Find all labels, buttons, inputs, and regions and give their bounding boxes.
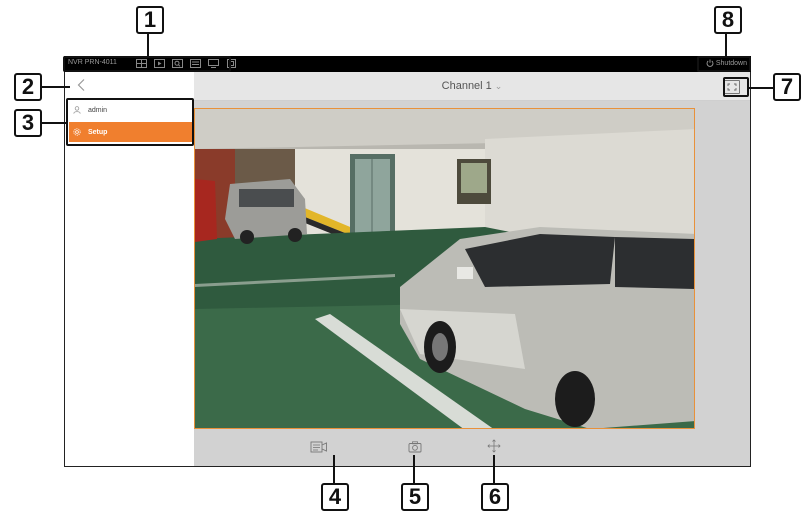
leader-1 [147, 32, 149, 56]
video-feed[interactable] [194, 108, 695, 429]
channel-selector[interactable]: Channel 1 ⌄ [194, 80, 750, 92]
leader-3 [42, 122, 66, 124]
camera-image [195, 109, 694, 428]
leader-7 [749, 87, 773, 89]
main-view: Channel 1 ⌄ [194, 72, 750, 466]
ptz-move-icon[interactable] [487, 439, 501, 453]
highlight-fullscreen [723, 77, 749, 97]
leader-8 [725, 34, 727, 56]
camera-icon[interactable] [408, 441, 422, 453]
chevron-left-icon[interactable] [75, 78, 89, 92]
channel-bar: Channel 1 ⌄ [194, 72, 750, 101]
leader-4 [333, 455, 335, 483]
callout-4: 4 [321, 483, 349, 511]
callout-5: 5 [401, 483, 429, 511]
callout-2: 2 [14, 73, 42, 101]
callout-6: 6 [481, 483, 509, 511]
callout-3: 3 [14, 109, 42, 137]
leader-6 [493, 455, 495, 483]
highlight-menu-list [66, 98, 194, 146]
leader-5 [413, 455, 415, 483]
chevron-down-icon: ⌄ [494, 81, 503, 91]
highlight-top-menu [63, 56, 231, 72]
highlight-shutdown [697, 56, 751, 72]
leader-2 [42, 86, 70, 88]
record-icon[interactable] [310, 440, 328, 454]
callout-8: 8 [714, 6, 742, 34]
callout-1: 1 [136, 6, 164, 34]
callout-7: 7 [773, 73, 801, 101]
channel-title: Channel 1 [441, 80, 492, 92]
